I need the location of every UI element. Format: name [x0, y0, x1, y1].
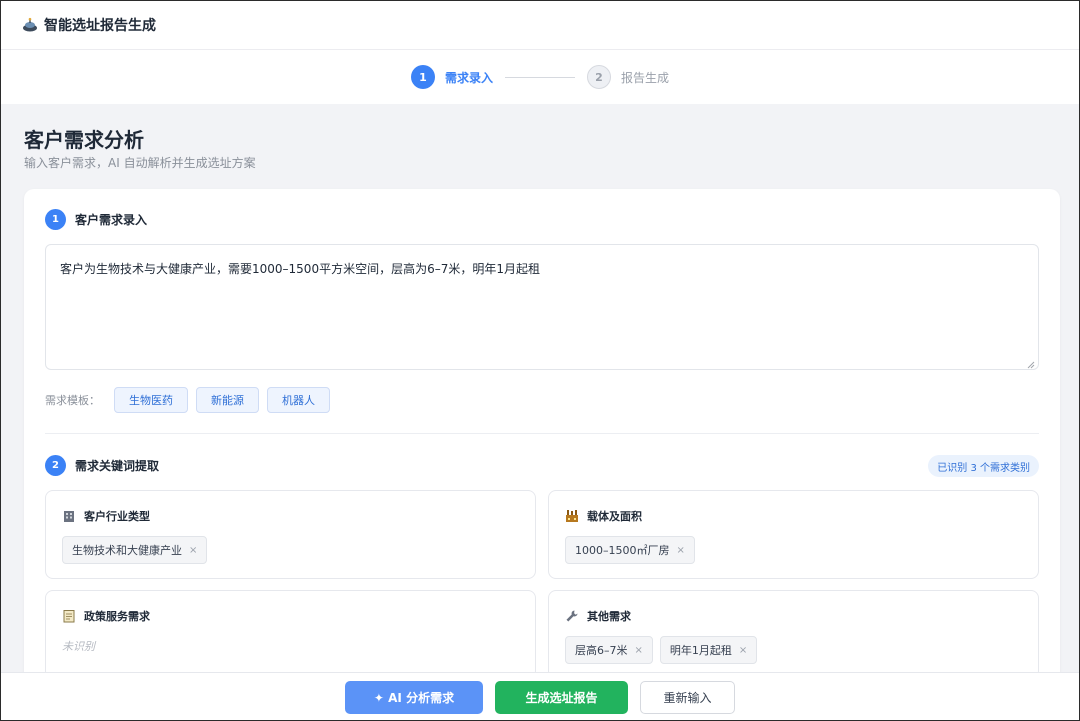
generate-report-button[interactable]: 生成选址报告 — [495, 680, 628, 714]
category-other: 其他需求 层高6–7米 × 明年1月起租 × — [548, 590, 1039, 679]
ai-analyze-button[interactable]: ✦ AI 分析需求 — [345, 680, 483, 714]
tag-label: 1000–1500㎡厂房 — [575, 544, 670, 557]
category-title: 政策服务需求 — [84, 610, 150, 623]
keyword-tag: 生物技术和大健康产业 × — [62, 536, 208, 564]
page-title: 客户需求分析 — [24, 128, 144, 152]
step-label: 报告生成 — [621, 70, 670, 85]
section-divider — [45, 433, 1039, 434]
keyword-tag: 层高6–7米 × — [565, 636, 653, 664]
remove-tag-icon[interactable]: × — [635, 645, 643, 656]
progress-stepper: 1 需求录入 2 报告生成 — [0, 50, 1080, 104]
app-header: 智能选址报告生成 — [0, 0, 1080, 50]
requirement-textarea[interactable]: 客户为生物技术与大健康产业，需要1000–1500平方米空间，层高为6–7米，明… — [45, 244, 1039, 370]
keyword-tag: 明年1月起租 × — [659, 636, 758, 664]
step-report-generation[interactable]: 2 报告生成 — [587, 65, 669, 89]
tag-label: 层高6–7米 — [575, 644, 628, 657]
section-number: 1 — [45, 209, 66, 230]
tag-label: 生物技术和大健康产业 — [72, 544, 182, 557]
wrench-icon — [565, 609, 579, 623]
category-title: 客户行业类型 — [84, 510, 150, 523]
template-new-energy-button[interactable]: 新能源 — [196, 387, 259, 413]
remove-tag-icon[interactable]: × — [739, 645, 747, 656]
factory-icon — [565, 509, 579, 523]
page-subtitle: 输入客户需求，AI 自动解析并生成选址方案 — [24, 156, 256, 170]
unrecognized-placeholder: 未识别 — [62, 640, 95, 653]
section-header-input: 1 客户需求录入 — [45, 209, 147, 230]
template-robotics-button[interactable]: 机器人 — [267, 387, 330, 413]
category-carrier-area: 载体及面积 1000–1500㎡厂房 × — [548, 490, 1039, 579]
remove-tag-icon[interactable]: × — [189, 545, 197, 556]
template-row: 需求模板： 生物医药 新能源 机器人 — [45, 387, 338, 413]
recognized-count-badge: 已识别 3 个需求类别 — [928, 455, 1039, 477]
resize-grip-icon[interactable] — [1027, 358, 1035, 369]
building-icon — [62, 509, 76, 523]
analysis-card: 1 客户需求录入 客户为生物技术与大健康产业，需要1000–1500平方米空间，… — [24, 189, 1060, 721]
category-title: 其他需求 — [587, 610, 631, 623]
step-requirement-input[interactable]: 1 需求录入 — [410, 65, 493, 89]
notepad-icon — [62, 609, 76, 623]
keyword-tag: 1000–1500㎡厂房 × — [565, 536, 695, 564]
tag-label: 明年1月起租 — [669, 644, 732, 657]
requirement-text: 客户为生物技术与大健康产业，需要1000–1500平方米空间，层高为6–7米，明… — [60, 262, 540, 276]
category-title: 载体及面积 — [587, 510, 642, 523]
category-policy-services: 政策服务需求 未识别 — [45, 590, 536, 679]
step-number: 1 — [410, 65, 435, 89]
app-title: 智能选址报告生成 — [44, 17, 156, 34]
section-header-keywords: 2 需求关键词提取 — [45, 455, 159, 476]
section-title: 客户需求录入 — [75, 213, 148, 227]
action-bar: ✦ AI 分析需求 生成选址报告 重新输入 — [0, 672, 1080, 721]
step-label: 需求录入 — [444, 70, 493, 85]
category-industry: 客户行业类型 生物技术和大健康产业 × — [45, 490, 536, 579]
reset-input-button[interactable]: 重新输入 — [640, 680, 735, 714]
remove-tag-icon[interactable]: × — [677, 545, 685, 556]
step-connector — [505, 76, 575, 78]
template-biomedicine-button[interactable]: 生物医药 — [114, 387, 188, 413]
step-number: 2 — [587, 65, 611, 89]
tech-bot-icon — [22, 17, 38, 33]
section-title: 需求关键词提取 — [75, 459, 160, 473]
template-label: 需求模板： — [45, 394, 100, 407]
section-number: 2 — [45, 455, 66, 476]
